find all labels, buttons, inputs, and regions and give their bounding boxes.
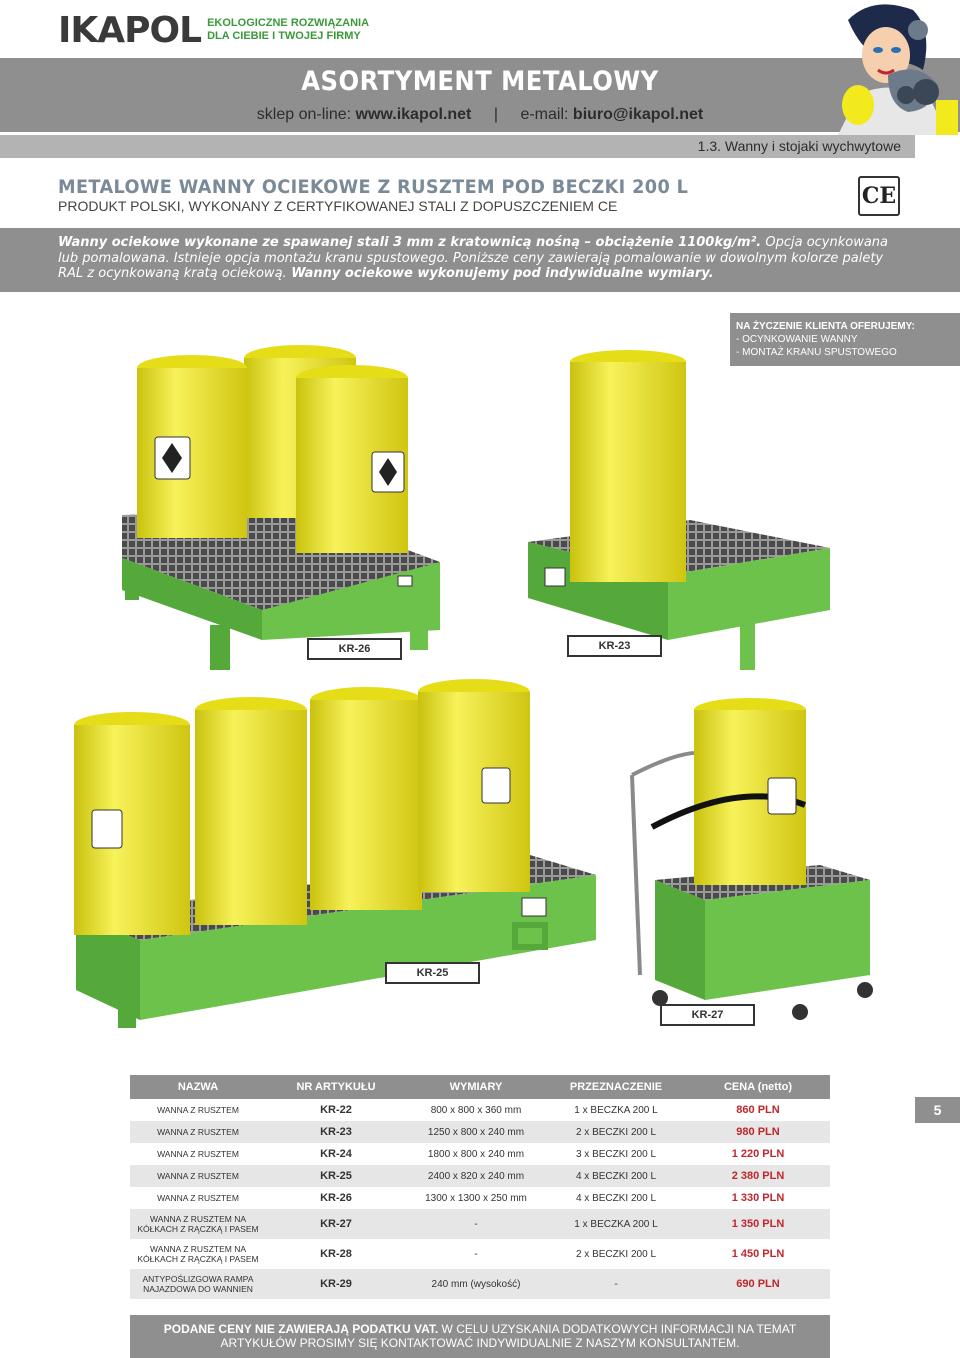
cell-name: WANNA Z RUSZTEM [157, 1193, 239, 1203]
description-bold-2: Wanny ociekowe wykonujemy pod indywidual… [286, 266, 714, 281]
cell-dims: - [406, 1209, 546, 1239]
product-label-kr25: KR-25 [385, 962, 480, 984]
product-kr26-image [122, 345, 440, 670]
column-header: CENA (netto) [686, 1075, 830, 1099]
product-title: METALOWE WANNY OCIEKOWE Z RUSZTEM POD BE… [58, 176, 689, 198]
table-row: WANNA Z RUSZTEM NA KÓŁKACH Z RĄCZKĄ I PA… [130, 1239, 830, 1269]
table-row: WANNA Z RUSZTEM KR-22 800 x 800 x 360 mm… [130, 1099, 830, 1121]
cell-code: KR-25 [266, 1165, 406, 1187]
cell-name: WANNA Z RUSZTEM [157, 1105, 239, 1115]
cell-dims: 2400 x 820 x 240 mm [406, 1165, 546, 1187]
cell-price: 860 PLN [736, 1104, 780, 1116]
cell-capacity: 2 x BECZKI 200 L [575, 1248, 657, 1260]
cell-name: WANNA Z RUSZTEM [157, 1149, 239, 1159]
column-header: NR ARTYKUŁU [266, 1075, 406, 1099]
section-label: 1.3. Wanny i stojaki wychwytowe [697, 138, 901, 154]
column-header: WYMIARY [406, 1075, 546, 1099]
product-photos [74, 345, 873, 1028]
product-label-kr23: KR-23 [567, 635, 662, 657]
description-box: Wanny ociekowe wykonane ze spawanej stal… [0, 228, 960, 292]
cell-capacity: 3 x BECZKI 200 L [575, 1148, 657, 1160]
table-header-row: NAZWA NR ARTYKUŁU WYMIARY PRZEZNACZENIE … [130, 1075, 830, 1099]
cell-code: KR-28 [320, 1248, 352, 1260]
product-kr27-image [630, 698, 873, 1023]
email-label: e-mail: [520, 106, 569, 123]
logo-tagline: EKOLOGICZNE ROZWIĄZANIA DLA CIEBIE I TWO… [207, 17, 369, 43]
cell-capacity: 1 x BECZKA 200 L [574, 1104, 658, 1116]
cell-capacity: 2 x BECZKI 200 L [546, 1121, 686, 1143]
product-kr25-image [74, 679, 596, 1028]
cell-name: WANNA Z RUSZTEM [130, 1121, 266, 1143]
table-row: WANNA Z RUSZTEM KR-24 1800 x 800 x 240 m… [130, 1143, 830, 1165]
product-label-kr27: KR-27 [660, 1004, 755, 1026]
cell-name: WANNA Z RUSZTEM [130, 1165, 266, 1187]
table-row: WANNA Z RUSZTEM KR-23 1250 x 800 x 240 m… [130, 1121, 830, 1143]
email-link[interactable]: biuro@ikapol.net [573, 106, 703, 123]
page-title: ASORTYMENT METALOWY [301, 66, 659, 97]
tagline-line-1: EKOLOGICZNE ROZWIĄZANIA [207, 17, 370, 29]
shop-link[interactable]: www.ikapol.net [356, 106, 472, 123]
cell-dims: - [474, 1248, 478, 1260]
footer-note: PODANE CENY NIE ZAWIERAJĄ PODATKU VAT. W… [130, 1315, 830, 1358]
cell-capacity: 4 x BECZKI 200 L [546, 1165, 686, 1187]
cell-price: 1 450 PLN [731, 1248, 785, 1260]
contact-separator: | [493, 106, 498, 123]
product-subtitle: PRODUKT POLSKI, WYKONANY Z CERTYFIKOWANE… [58, 198, 618, 214]
cell-capacity: 1 x BECZKA 200 L [546, 1209, 686, 1239]
mascot-illustration [838, 4, 958, 135]
cell-name: WANNA Z RUSZTEM NA KÓŁKACH Z RĄCZKĄ I PA… [137, 1244, 259, 1264]
price-table: NAZWA NR ARTYKUŁU WYMIARY PRZEZNACZENIE … [130, 1075, 830, 1299]
cell-dims: 1250 x 800 x 240 mm [406, 1121, 546, 1143]
cell-name: ANTYPOŚLIZGOWA RAMPA NAJAZDOWA DO WANNIE… [130, 1269, 266, 1299]
cell-price: 690 PLN [686, 1269, 830, 1299]
footer-bold: PODANE CENY NIE ZAWIERAJĄ PODATKU VAT. [163, 1322, 439, 1336]
cell-capacity: - [546, 1269, 686, 1299]
ce-mark-icon: CE [858, 176, 900, 216]
cell-code: KR-24 [320, 1148, 352, 1160]
cell-dims: 1300 x 1300 x 250 mm [425, 1192, 527, 1204]
tagline-line-2: DLA CIEBIE I TWOJEJ FIRMY [207, 30, 361, 42]
section-bar: 1.3. Wanny i stojaki wychwytowe [0, 135, 915, 158]
cell-dims: 1800 x 800 x 240 mm [427, 1148, 525, 1160]
product-label-kr26: KR-26 [307, 638, 402, 660]
company-logo[interactable]: IKAPOL EKOLOGICZNE ROZWIĄZANIA DLA CIEBI… [58, 9, 369, 51]
product-kr23-image [528, 350, 830, 670]
cell-code: KR-29 [266, 1269, 406, 1299]
cell-price: 980 PLN [686, 1121, 830, 1143]
cell-code: KR-26 [320, 1192, 352, 1204]
catalog-page: IKAPOL EKOLOGICZNE ROZWIĄZANIA DLA CIEBI… [0, 0, 960, 1358]
cell-code: KR-23 [266, 1121, 406, 1143]
hero-banner: ASORTYMENT METALOWY sklep on-line: www.i… [0, 58, 960, 132]
cell-capacity: 4 x BECZKI 200 L [575, 1192, 657, 1204]
cell-price: 2 380 PLN [686, 1165, 830, 1187]
cell-price: 1 220 PLN [731, 1148, 785, 1160]
logo-text: IKAPOL [58, 9, 202, 51]
cell-dims: 800 x 800 x 360 mm [430, 1104, 522, 1116]
cell-name: WANNA Z RUSZTEM NA KÓŁKACH Z RĄCZKĄ I PA… [130, 1209, 266, 1239]
table-row: WANNA Z RUSZTEM KR-26 1300 x 1300 x 250 … [130, 1187, 830, 1209]
cell-price: 1 350 PLN [686, 1209, 830, 1239]
table-row: WANNA Z RUSZTEM NA KÓŁKACH Z RĄCZKĄ I PA… [130, 1209, 830, 1239]
column-header: PRZEZNACZENIE [546, 1075, 686, 1099]
table-row: ANTYPOŚLIZGOWA RAMPA NAJAZDOWA DO WANNIE… [130, 1269, 830, 1299]
column-header: NAZWA [130, 1075, 266, 1099]
contact-line: sklep on-line: www.ikapol.net | e-mail: … [0, 106, 960, 124]
cell-price: 1 330 PLN [731, 1192, 785, 1204]
cell-code: KR-27 [266, 1209, 406, 1239]
shop-label: sklep on-line: [256, 106, 352, 123]
table-row: WANNA Z RUSZTEM KR-25 2400 x 820 x 240 m… [130, 1165, 830, 1187]
cell-code: KR-22 [320, 1104, 352, 1116]
cell-dims: 240 mm (wysokość) [406, 1269, 546, 1299]
page-number: 5 [915, 1097, 960, 1123]
description-bold-1: Wanny ociekowe wykonane ze spawanej stal… [58, 235, 762, 250]
